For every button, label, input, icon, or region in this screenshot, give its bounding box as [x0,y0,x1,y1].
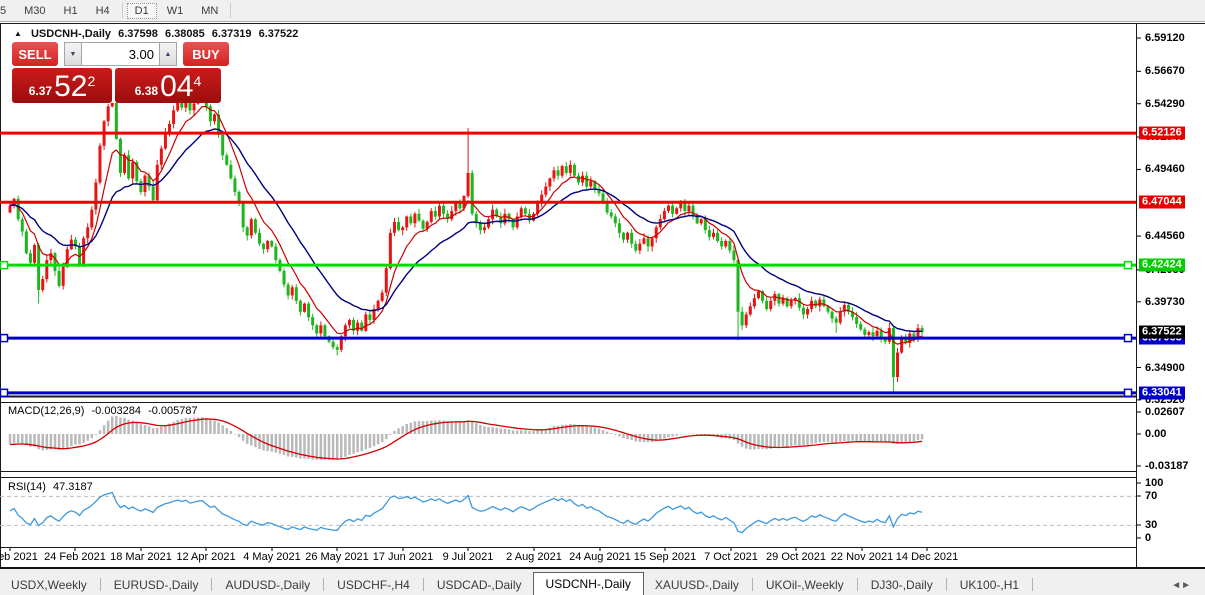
price-tick-label: 6.44560 [1145,230,1185,242]
timeframe-button-d1[interactable]: D1 [127,3,157,19]
date-label: 24 Aug 2021 [569,551,631,563]
one-click-trade-panel: SELL ▼ 3.00 ▲ BUY 6.37 52 2 6.38 04 4 [6,42,230,103]
tab-scroll-right-icon[interactable]: ► [1181,580,1191,591]
buy-price-small: 6.38 [135,84,158,98]
buy-price-box[interactable]: 6.38 04 4 [115,68,221,103]
sell-price-sup: 2 [87,73,95,89]
date-label: 17 Jun 2021 [373,551,434,563]
tab-separator [857,578,858,591]
mt4-window: 5M30H1H4 D1W1MN ▲ USDCNH-,Daily 6.37598 6… [0,0,1205,595]
toolbar-separator [230,3,231,18]
price-axis: 6.591206.566706.542906.518406.494606.445… [1138,0,1205,595]
date-label: 14 Dec 2021 [896,551,958,563]
date-label: 26 May 2021 [305,551,369,563]
timeframe-button-w1[interactable]: W1 [159,3,192,19]
timeframe-button-5[interactable]: 5 [0,3,14,19]
buy-price-sup: 4 [193,73,201,89]
tab-scroll-left-icon[interactable]: ◄ [1171,580,1181,591]
tab-eurusd-daily[interactable]: EURUSD-,Daily [103,574,210,595]
tab-separator [323,578,324,591]
tab-usdx-weekly[interactable]: USDX,Weekly [0,574,98,595]
buy-price-big: 04 [160,72,193,102]
date-label: 24 Feb 2021 [44,551,106,563]
date-label: 15 Sep 2021 [634,551,696,563]
tab-dj30-daily[interactable]: DJ30-,Daily [860,574,944,595]
price-level-label: 6.47044 [1139,196,1185,209]
date-label: 9 Jul 2021 [443,551,494,563]
tab-uk100-h1[interactable]: UK100-,H1 [949,574,1030,595]
ohlc-open: 6.37598 [118,28,158,40]
price-tick-label: 6.49460 [1145,163,1185,175]
ohlc-low: 6.37319 [212,28,252,40]
tab-separator [211,578,212,591]
tab-usdcnh-daily[interactable]: USDCNH-,Daily [533,572,644,595]
date-label: 12 Apr 2021 [176,551,235,563]
date-label: 4 May 2021 [243,551,300,563]
macd-axis-label: 0.00 [1145,428,1166,440]
sell-button[interactable]: SELL [12,42,58,66]
rsi-axis-label: 100 [1145,477,1163,489]
tab-separator [946,578,947,591]
tab-separator [100,578,101,591]
current-price-label: 6.37522 [1139,325,1185,338]
tab-ukoil-weekly[interactable]: UKOil-,Weekly [755,574,855,595]
tab-separator [1032,578,1033,591]
buy-button[interactable]: BUY [183,42,229,66]
tab-audusd-daily[interactable]: AUDUSD-,Daily [214,574,321,595]
tab-scroll-arrows: ◄► [1171,580,1191,591]
rsi-value: 47.3187 [53,481,93,493]
rsi-axis-label: 30 [1145,519,1157,531]
rsi-axis-label: 0 [1145,532,1151,544]
ohlc-high: 6.38085 [165,28,205,40]
toolbar-separator [122,3,123,18]
macd-axis-label: 0.02607 [1145,406,1185,418]
volume-increase-button[interactable]: ▲ [160,42,177,66]
volume-decrease-button[interactable]: ▼ [64,42,81,66]
timeframe-button-mn[interactable]: MN [193,3,226,19]
time-axis: 2 Feb 2021 24 Feb 2021 18 Mar 2021 12 Apr 2… [0,548,1136,568]
price-tick-label: 6.34900 [1145,362,1185,374]
price-level-label: 6.42424 [1139,259,1185,272]
macd-axis-label: -0.03187 [1145,460,1188,472]
sell-price-box[interactable]: 6.37 52 2 [12,68,112,103]
tab-xauusd-daily[interactable]: XAUUSD-,Daily [644,574,750,595]
date-label: 2 Aug 2021 [506,551,562,563]
chevron-down-icon: ▼ [70,51,77,58]
chevron-up-icon: ▲ [165,51,172,58]
macd-name: MACD(12,26,9) [8,405,84,417]
date-label: 22 Nov 2021 [831,551,893,563]
ohlc-close: 6.37522 [259,28,299,40]
macd-value-1: -0.003284 [91,405,141,417]
tab-usdcad-daily[interactable]: USDCAD-,Daily [426,574,533,595]
price-tick-label: 6.59120 [1145,32,1185,44]
rsi-axis-label: 70 [1145,490,1157,502]
tab-separator [423,578,424,591]
tab-separator [752,578,753,591]
macd-label: MACD(12,26,9) -0.003284 -0.005787 [8,405,202,417]
price-tick-label: 6.39730 [1145,296,1185,308]
volume-input[interactable]: 3.00 [81,42,160,66]
date-label: 18 Mar 2021 [110,551,172,563]
rsi-label: RSI(14) 47.3187 [8,481,97,493]
sell-price-small: 6.37 [29,84,52,98]
chart-header: ▲ USDCNH-,Daily 6.37598 6.38085 6.37319 … [14,28,302,40]
price-tick-label: 6.56670 [1145,65,1185,77]
rsi-name: RSI(14) [8,481,46,493]
timeframe-button-m30[interactable]: M30 [16,3,53,19]
chart-symbol-label: USDCNH-,Daily [31,28,111,40]
timeframe-toolbar: 5M30H1H4 D1W1MN [0,0,1205,22]
price-tick-label: 6.54290 [1145,98,1185,110]
timeframe-button-h4[interactable]: H4 [88,3,118,19]
collapse-panel-icon[interactable]: ▲ [14,29,22,38]
price-level-label: 6.52126 [1139,127,1185,140]
symbol-tab-bar: USDX,WeeklyEURUSD-,DailyAUDUSD-,DailyUSD… [0,567,1205,595]
date-label: 2 Feb 2021 [0,551,38,563]
sell-price-big: 52 [54,72,87,102]
date-label: 29 Oct 2021 [766,551,826,563]
price-level-label: 6.33041 [1139,386,1185,399]
macd-value-2: -0.005787 [148,405,198,417]
timeframe-button-h1[interactable]: H1 [56,3,86,19]
tab-usdchf-h4[interactable]: USDCHF-,H4 [326,574,421,595]
date-label: 7 Oct 2021 [704,551,758,563]
